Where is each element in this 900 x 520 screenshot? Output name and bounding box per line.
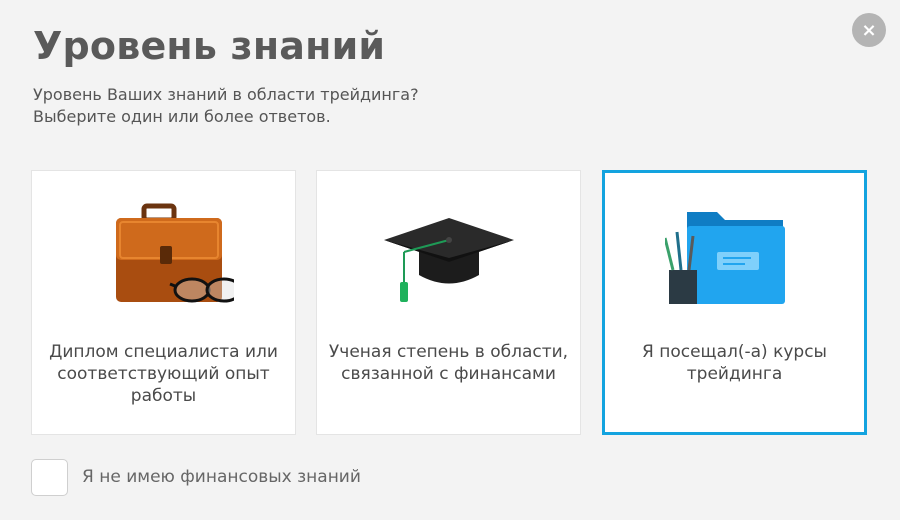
folder-pencils-icon (605, 197, 864, 317)
option-card-degree[interactable]: Ученая степень в области, связанной с фи… (316, 170, 581, 435)
dialog-title: Уровень знаний (33, 24, 386, 68)
dialog-subtitle: Уровень Ваших знаний в области трейдинга… (33, 84, 633, 128)
graduation-cap-icon (317, 195, 580, 315)
option-card-courses[interactable]: Я посещал(-а) курсы трейдинга (602, 170, 867, 435)
option-label: Диплом специалиста или соответствующий о… (49, 342, 278, 406)
no-knowledge-checkbox[interactable] (31, 458, 68, 496)
knowledge-level-dialog: Уровень знаний Уровень Ваших знаний в об… (0, 0, 900, 520)
option-label: Ученая степень в области, связанной с фи… (328, 342, 569, 384)
subtitle-line-1: Уровень Ваших знаний в области трейдинга… (33, 85, 419, 104)
option-label: Я посещал(-а) курсы трейдинга (642, 342, 827, 384)
option-card-diploma[interactable]: Диплом специалиста или соответствующий о… (31, 170, 296, 435)
subtitle-line-2: Выберите один или более ответов. (33, 107, 331, 126)
close-icon: × (861, 19, 877, 41)
options-grid: Диплом специалиста или соответствующий о… (31, 170, 867, 437)
briefcase-glasses-icon (32, 195, 295, 315)
no-knowledge-option[interactable]: Я не имею финансовых знаний (31, 457, 361, 497)
no-knowledge-label: Я не имею финансовых знаний (82, 467, 361, 487)
close-button[interactable]: × (852, 13, 886, 47)
